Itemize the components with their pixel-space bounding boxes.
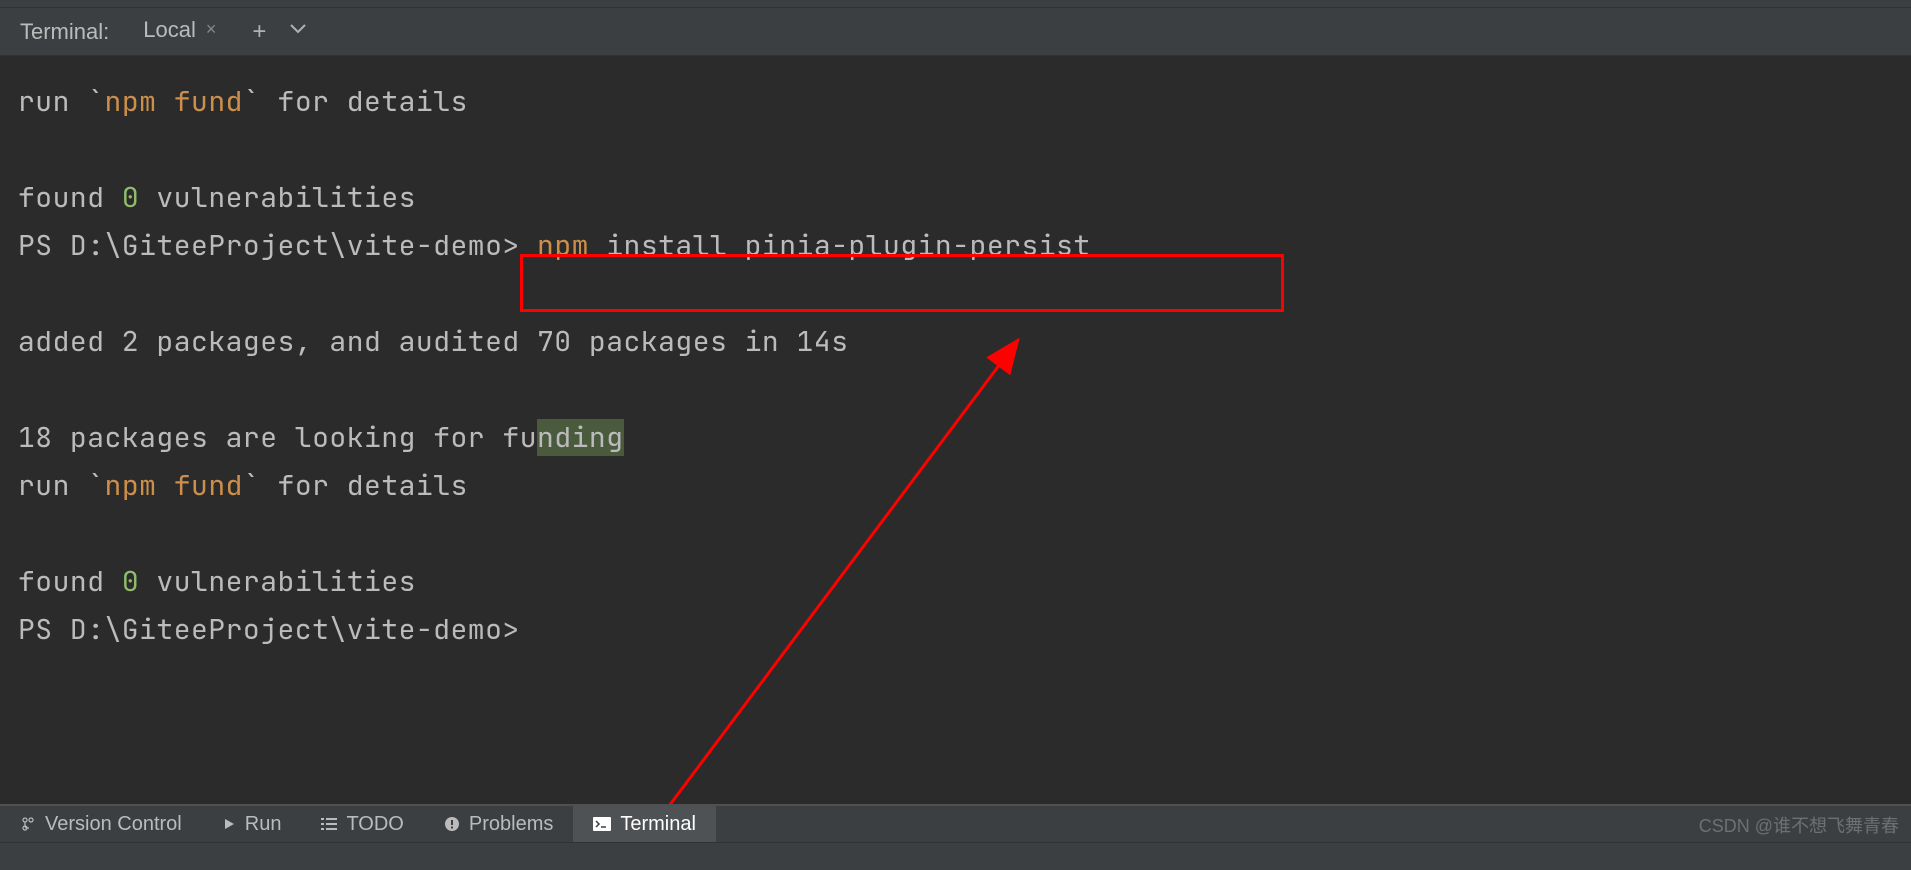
- tool-label: Terminal: [620, 813, 696, 836]
- terminal-line: run `npm fund` for details: [18, 78, 1893, 126]
- terminal-line: 18 packages are looking for funding: [18, 414, 1893, 462]
- close-icon[interactable]: ×: [206, 19, 217, 40]
- play-icon: [222, 817, 236, 831]
- terminal-line: [18, 270, 1893, 318]
- tool-terminal[interactable]: Terminal: [573, 806, 716, 842]
- terminal-line: added 2 packages, and audited 70 package…: [18, 318, 1893, 366]
- tab-label: Local: [143, 17, 196, 43]
- truncated-file-row: [0, 0, 1911, 8]
- terminal-tool-header: Terminal: Local × +: [0, 8, 1911, 56]
- terminal-line: run `npm fund` for details: [18, 462, 1893, 510]
- terminal-line: found 0 vulnerabilities: [18, 174, 1893, 222]
- terminal-line: found 0 vulnerabilities: [18, 558, 1893, 606]
- tool-label: Problems: [469, 813, 553, 836]
- terminal-line: PS D:\GiteeProject\vite-demo> npm instal…: [18, 222, 1893, 270]
- tool-label: Run: [245, 813, 282, 836]
- tool-todo[interactable]: TODO: [301, 806, 423, 842]
- tool-label: Version Control: [45, 813, 182, 836]
- terminal-line: PS D:\GiteeProject\vite-demo>: [18, 606, 1893, 654]
- tool-label: TODO: [346, 813, 403, 836]
- terminal-line: [18, 510, 1893, 558]
- terminal-tab-local[interactable]: Local ×: [137, 17, 222, 47]
- tool-version-control[interactable]: Version Control: [0, 806, 202, 842]
- tool-run[interactable]: Run: [202, 806, 302, 842]
- terminal-title: Terminal:: [20, 19, 109, 45]
- terminal-icon: [593, 817, 611, 831]
- watermark-text: CSDN @谁不想飞舞青春: [1699, 812, 1899, 838]
- status-bar: [0, 842, 1911, 870]
- list-icon: [321, 817, 337, 831]
- tool-problems[interactable]: Problems: [424, 806, 573, 842]
- bottom-tool-bar: Version Control Run TODO Problems Termin…: [0, 804, 1911, 842]
- branch-icon: [20, 816, 36, 832]
- add-tab-icon[interactable]: +: [252, 18, 266, 46]
- terminal-output[interactable]: run `npm fund` for details found 0 vulne…: [0, 56, 1911, 802]
- warning-icon: [444, 816, 460, 832]
- terminal-line: [18, 366, 1893, 414]
- terminal-line: [18, 126, 1893, 174]
- chevron-down-icon[interactable]: [288, 19, 308, 44]
